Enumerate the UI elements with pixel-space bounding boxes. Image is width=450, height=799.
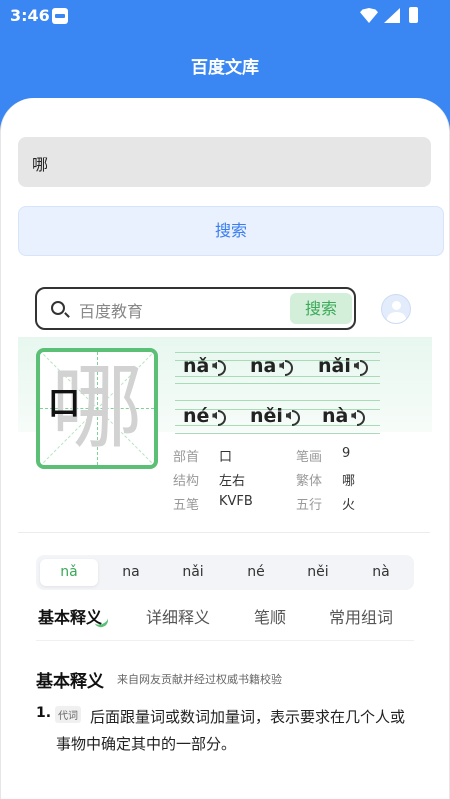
wuxing-label: 五行 bbox=[296, 498, 323, 513]
avatar[interactable] bbox=[381, 294, 411, 324]
part-of-speech-tag: 代词 bbox=[55, 706, 81, 723]
definition-number: 1. bbox=[36, 705, 52, 721]
structure-label: 结构 bbox=[173, 474, 200, 489]
pinyin-rule bbox=[175, 352, 380, 353]
pinyin-pronunciation[interactable]: na bbox=[250, 354, 295, 377]
speaker-icon[interactable] bbox=[354, 359, 370, 376]
pinyin-pronunciation[interactable]: nǎi bbox=[318, 354, 370, 377]
traditional-value: 哪 bbox=[342, 474, 356, 489]
pinyin-text: něi bbox=[250, 404, 283, 427]
definition-title: 基本释义 bbox=[36, 672, 104, 692]
divider bbox=[18, 532, 430, 533]
definition-text: 后面跟量词或数词加量词，表示要求在几个人或事物中确定其中的一部分。 bbox=[56, 708, 406, 753]
pinyin-pronunciation[interactable]: nǎ bbox=[183, 354, 228, 377]
status-time: 3:46 bbox=[10, 6, 50, 25]
divider bbox=[36, 640, 414, 641]
pinyin-rule bbox=[175, 383, 380, 384]
baidu-search-placeholder[interactable]: 百度教育 bbox=[79, 298, 143, 322]
pinyin-tab[interactable]: nǎi bbox=[164, 559, 222, 586]
traditional-label: 繁体 bbox=[296, 474, 323, 489]
character-grid[interactable]: 哪 口 bbox=[36, 348, 158, 469]
pinyin-tab[interactable]: nà bbox=[352, 559, 410, 586]
structure-value: 左右 bbox=[219, 474, 246, 489]
strokes-label: 笔画 bbox=[296, 450, 323, 465]
query-input[interactable]: 哪 bbox=[18, 137, 431, 187]
speaker-icon[interactable] bbox=[351, 409, 367, 426]
pinyin-tab[interactable]: nǎ bbox=[40, 559, 98, 586]
pinyin-text: na bbox=[250, 354, 277, 377]
pinyin-pronunciation[interactable]: něi bbox=[250, 404, 302, 427]
pinyin-text: nǎi bbox=[318, 354, 351, 377]
wuxing-value: 火 bbox=[342, 498, 356, 513]
tab-basic-meaning[interactable]: 基本释义 bbox=[38, 604, 102, 628]
pinyin-text: né bbox=[183, 404, 210, 427]
tab-stroke-order[interactable]: 笔顺 bbox=[254, 604, 286, 628]
tab-common-words[interactable]: 常用组词 bbox=[329, 604, 393, 628]
pinyin-rule bbox=[175, 400, 380, 401]
speaker-icon[interactable] bbox=[286, 409, 302, 426]
tab-detailed-meaning[interactable]: 详细释义 bbox=[146, 604, 210, 628]
baidu-search-bar[interactable]: 百度教育 搜索 bbox=[35, 287, 356, 330]
strokes-value: 9 bbox=[342, 446, 351, 461]
page-title: 百度文库 bbox=[191, 58, 259, 78]
signal-icon bbox=[384, 8, 400, 23]
pinyin-tab[interactable]: na bbox=[102, 559, 160, 586]
app-notification-icon bbox=[52, 8, 68, 24]
radical-label: 部首 bbox=[173, 450, 200, 465]
pinyin-tab[interactable]: né bbox=[227, 559, 285, 586]
wubi-label: 五笔 bbox=[173, 498, 200, 513]
battery-icon bbox=[409, 7, 418, 23]
pinyin-tabs: nǎ na nǎi né něi nà bbox=[36, 555, 414, 590]
pinyin-text: nǎ bbox=[183, 354, 210, 377]
pinyin-pronunciation[interactable]: né bbox=[183, 404, 228, 427]
wubi-value: KVFB bbox=[219, 494, 253, 509]
search-button[interactable]: 搜索 bbox=[18, 206, 444, 256]
search-icon bbox=[51, 301, 65, 315]
wifi-icon bbox=[360, 8, 378, 23]
pinyin-rule bbox=[175, 433, 380, 434]
status-bar: 3:46 bbox=[0, 0, 450, 32]
pinyin-pronunciation[interactable]: nà bbox=[322, 404, 367, 427]
speaker-icon[interactable] bbox=[279, 359, 295, 376]
definition-source: 来自网友贡献并经过权威书籍校验 bbox=[117, 673, 282, 686]
pinyin-text: nà bbox=[322, 404, 349, 427]
pinyin-tab[interactable]: něi bbox=[289, 559, 347, 586]
speaker-icon[interactable] bbox=[212, 409, 228, 426]
radical-value: 口 bbox=[219, 450, 233, 465]
baidu-search-button[interactable]: 搜索 bbox=[290, 293, 352, 324]
stroke-preview: 口 bbox=[48, 384, 81, 422]
speaker-icon[interactable] bbox=[212, 359, 228, 376]
